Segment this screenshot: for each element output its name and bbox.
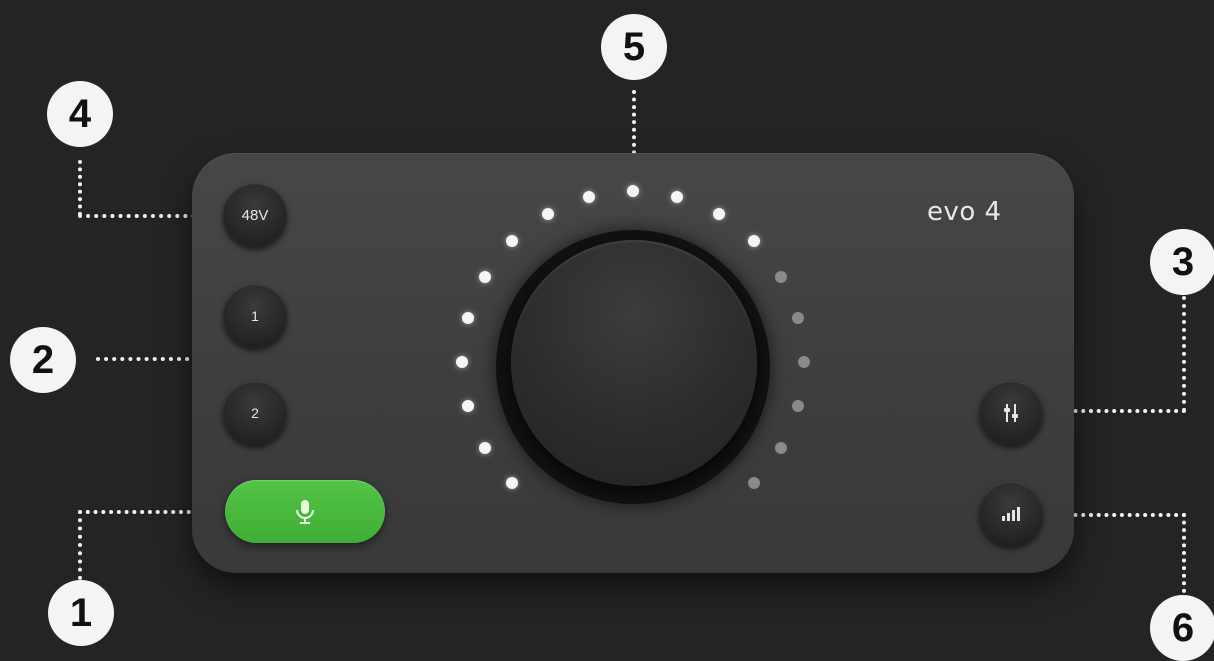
callout-4-number: 4 bbox=[68, 91, 92, 136]
callout-1: 1 bbox=[48, 580, 114, 646]
callout-5: 5 bbox=[601, 14, 667, 80]
evo4-diagram: evo 4 48V 1 2 1 2 3 4 5 6 bbox=[0, 0, 1214, 661]
callout-6-number: 6 bbox=[1171, 605, 1195, 650]
level-led bbox=[712, 207, 725, 220]
leader-6-vertical bbox=[1182, 513, 1186, 593]
leader-1-vertical bbox=[78, 510, 82, 580]
leader-4-vertical bbox=[78, 160, 82, 216]
input-1-label: 1 bbox=[251, 308, 259, 324]
level-led bbox=[775, 441, 788, 454]
mixer-button[interactable] bbox=[979, 381, 1043, 445]
callout-6: 6 bbox=[1150, 595, 1214, 661]
level-led bbox=[747, 476, 760, 489]
level-led bbox=[747, 235, 760, 248]
level-led bbox=[541, 207, 554, 220]
level-led bbox=[627, 185, 639, 197]
signal-bars-icon bbox=[1002, 507, 1020, 521]
mixer-sliders-icon bbox=[1004, 404, 1018, 422]
level-led bbox=[506, 476, 519, 489]
level-led bbox=[461, 400, 474, 413]
callout-3: 3 bbox=[1150, 229, 1214, 295]
smart-gain-button[interactable] bbox=[225, 480, 385, 543]
callout-2-number: 2 bbox=[31, 337, 55, 382]
callout-5-number: 5 bbox=[622, 24, 646, 69]
level-led bbox=[792, 311, 805, 324]
level-led bbox=[456, 356, 468, 368]
input-2-button[interactable]: 2 bbox=[223, 381, 287, 445]
level-led bbox=[478, 441, 491, 454]
callout-4: 4 bbox=[47, 81, 113, 147]
level-led bbox=[582, 190, 595, 203]
level-led bbox=[798, 356, 810, 368]
leader-3-horizontal bbox=[1058, 409, 1186, 413]
level-led bbox=[671, 190, 684, 203]
meter-button[interactable] bbox=[979, 482, 1043, 546]
callout-1-number: 1 bbox=[69, 590, 93, 635]
brand-logo: evo 4 bbox=[927, 197, 1002, 227]
leader-6-horizontal bbox=[1058, 513, 1186, 517]
level-led bbox=[478, 270, 491, 283]
input-1-button[interactable]: 1 bbox=[223, 284, 287, 348]
callout-3-number: 3 bbox=[1171, 239, 1195, 284]
level-led bbox=[775, 270, 788, 283]
input-2-label: 2 bbox=[251, 405, 259, 421]
leader-5-vertical bbox=[632, 90, 636, 162]
phantom-power-button[interactable]: 48V bbox=[223, 183, 287, 247]
callout-2: 2 bbox=[10, 327, 76, 393]
volume-knob[interactable] bbox=[511, 240, 757, 486]
phantom-power-label: 48V bbox=[241, 206, 269, 224]
level-led bbox=[461, 311, 474, 324]
leader-3-vertical bbox=[1182, 296, 1186, 412]
microphone-icon bbox=[296, 499, 314, 524]
